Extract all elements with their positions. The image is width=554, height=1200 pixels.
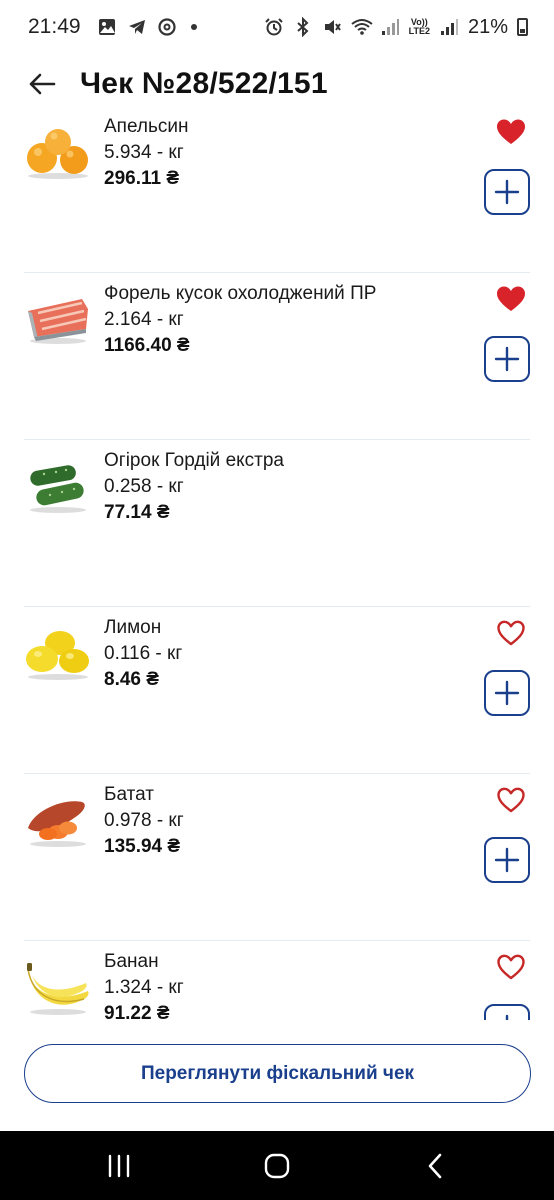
plus-icon [494, 680, 520, 706]
product-name: Банан [104, 951, 159, 972]
telegram-icon [127, 17, 147, 37]
signal-icon [439, 17, 459, 37]
gallery-icon [97, 17, 117, 37]
plus-icon [494, 847, 520, 873]
favorite-button[interactable] [496, 953, 526, 981]
product-quantity: 0.978 - кг [104, 810, 184, 831]
heart-filled-icon [497, 286, 525, 311]
product-quantity: 0.116 - кг [104, 643, 183, 664]
product-image-salmon [24, 291, 92, 347]
product-price: 296.11 ₴ [104, 168, 180, 189]
list-item: Апельсин 5.934 - кг 296.11 ₴ [24, 114, 530, 273]
chevron-left-icon [428, 1153, 442, 1178]
favorite-button[interactable] [496, 118, 526, 146]
product-name: Форель кусок охолоджений ПР [104, 283, 377, 304]
list-item: Лимон 0.116 - кг 8.46 ₴ [24, 607, 530, 774]
product-quantity: 5.934 - кг [104, 142, 184, 163]
add-to-cart-button[interactable] [484, 1004, 530, 1020]
product-name: Апельсин [104, 116, 189, 137]
status-time: 21:49 [28, 15, 81, 38]
product-price: 91.22 ₴ [104, 1003, 170, 1020]
product-image-orange [24, 124, 92, 180]
home-icon [264, 1153, 290, 1178]
plus-icon [494, 346, 520, 372]
product-image-lemon [24, 625, 92, 681]
alarm-icon [264, 17, 284, 37]
product-name: Огірок Гордій екстра [104, 450, 284, 471]
plus-icon [494, 179, 520, 205]
favorite-button[interactable] [496, 285, 526, 313]
network-type: Vo)) LTE2 [408, 17, 430, 36]
product-image-sweet-potato [24, 792, 92, 848]
heart-outline-icon [497, 954, 525, 980]
list-item: Банан 1.324 - кг 91.22 ₴ [24, 941, 530, 1020]
back-button[interactable] [26, 68, 58, 100]
bluetooth-icon [293, 16, 313, 38]
list-item: Батат 0.978 - кг 135.94 ₴ [24, 774, 530, 941]
heart-outline-icon [497, 620, 525, 646]
notification-dot-icon [190, 24, 197, 30]
product-price: 135.94 ₴ [104, 836, 181, 857]
list-item: Форель кусок охолоджений ПР 2.164 - кг 1… [24, 273, 530, 440]
battery-percent: 21% [467, 15, 508, 38]
add-to-cart-button[interactable] [484, 670, 530, 716]
product-quantity: 1.324 - кг [104, 977, 184, 998]
view-fiscal-receipt-label: Переглянути фіскальний чек [140, 1062, 415, 1084]
system-nav-bar [0, 1131, 554, 1200]
wifi-icon [351, 17, 373, 37]
recent-apps-button[interactable] [89, 1146, 149, 1186]
mute-icon [322, 17, 342, 37]
product-price: 8.46 ₴ [104, 669, 159, 690]
add-to-cart-button[interactable] [484, 336, 530, 382]
app-header: Чек №28/522/151 [0, 54, 554, 114]
heart-outline-icon [497, 787, 525, 813]
product-quantity: 2.164 - кг [104, 309, 184, 330]
add-to-cart-button[interactable] [484, 169, 530, 215]
signal-icon [380, 17, 400, 37]
product-name: Лимон [104, 617, 162, 638]
nav-back-button[interactable] [405, 1146, 465, 1186]
page-title: Чек №28/522/151 [80, 67, 328, 100]
list-item: Огірок Гордій екстра 0.258 - кг 77.14 ₴ [24, 440, 530, 607]
product-image-banana [24, 959, 92, 1015]
product-quantity: 0.258 - кг [104, 476, 184, 497]
product-image-cucumber [24, 458, 92, 514]
receipt-items: Апельсин 5.934 - кг 296.11 ₴ Форель кусо… [0, 114, 554, 1020]
product-price: 77.14 ₴ [104, 502, 170, 523]
receipt-items-list[interactable]: Апельсин 5.934 - кг 296.11 ₴ Форель кусо… [0, 114, 554, 1020]
product-price: 1166.40 ₴ [104, 335, 190, 356]
threads-icon [157, 17, 177, 37]
plus-icon [505, 1014, 509, 1020]
favorite-button[interactable] [496, 786, 526, 814]
heart-filled-icon [497, 119, 525, 144]
add-to-cart-button[interactable] [484, 837, 530, 883]
status-bar: 21:49 Vo)) LTE2 21% [0, 0, 554, 54]
favorite-button[interactable] [496, 619, 526, 647]
recent-apps-icon [108, 1154, 130, 1177]
product-name: Батат [104, 784, 154, 805]
home-button[interactable] [247, 1146, 307, 1186]
arrow-left-icon [29, 73, 56, 95]
battery-icon [517, 18, 528, 36]
view-fiscal-receipt-button[interactable]: Переглянути фіскальний чек [24, 1044, 531, 1103]
